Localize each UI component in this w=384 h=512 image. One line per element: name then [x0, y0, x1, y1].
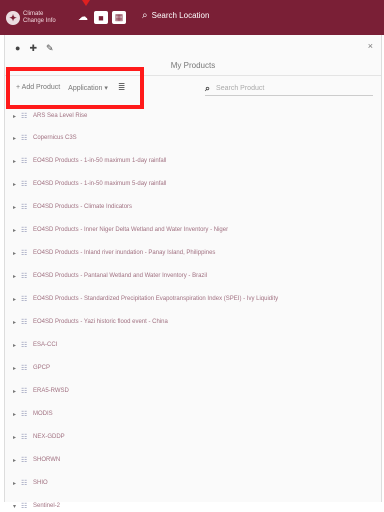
- tree-row[interactable]: ▸ ☷ EO4SD Products - 1-in-50 maximum 5-day…: [13, 178, 166, 190]
- tree-row-label: EO4SD Products - Standardized Precipitat…: [33, 296, 279, 302]
- caret-right-icon[interactable]: ▸: [13, 319, 21, 326]
- list-icon: ☷: [21, 296, 28, 303]
- panel-toolbar: ● ✚ ✎: [15, 43, 54, 54]
- edit-icon[interactable]: ✎: [46, 43, 54, 54]
- tree-row-label: ARS Sea Level Rise: [33, 113, 88, 119]
- caret-right-icon[interactable]: ▸: [13, 457, 21, 464]
- list-icon: ☷: [21, 434, 28, 441]
- tree-row-label: MODIS: [33, 411, 53, 417]
- list-icon: ☷: [21, 227, 28, 234]
- search-icon: ⌕: [142, 10, 148, 21]
- tree-row-label: SHIO: [33, 480, 48, 486]
- caret-right-icon[interactable]: ▸: [13, 365, 21, 372]
- caret-right-icon[interactable]: ▸: [13, 113, 21, 120]
- tree-row[interactable]: ▸ ☷ EO4SD Products - Pantanal Wetland and …: [13, 270, 207, 282]
- caret-right-icon[interactable]: ▸: [13, 250, 21, 257]
- cloud-icon[interactable]: ☁: [76, 11, 90, 24]
- list-icon: ☷: [21, 181, 28, 188]
- tree-row[interactable]: ▸ ☷ SHORWN: [13, 454, 60, 466]
- close-icon[interactable]: ×: [368, 41, 373, 51]
- product-search[interactable]: ⌕ Search Product: [205, 81, 373, 96]
- caret-right-icon[interactable]: ▸: [13, 227, 21, 234]
- tree-row[interactable]: ▸ ☷ MODIS: [13, 408, 53, 420]
- caret-right-icon[interactable]: ▸: [13, 296, 21, 303]
- logo-mark-icon: ✦: [6, 11, 20, 25]
- tree-row[interactable]: ▸ ☷ SHIO: [13, 477, 48, 489]
- caret-right-icon[interactable]: ▸: [13, 388, 21, 395]
- list-icon: ☷: [21, 365, 28, 372]
- tree-row[interactable]: ▸ ☷ ESA-CCI: [13, 339, 57, 351]
- caret-right-icon[interactable]: ▸: [13, 204, 21, 211]
- tree-row-label: Copernicus C3S: [33, 135, 77, 141]
- grid-icon[interactable]: ▦: [112, 11, 126, 24]
- tree-row-label: EO4SD Products - Inland river inundation…: [33, 250, 216, 256]
- product-search-placeholder: Search Product: [216, 84, 265, 92]
- tree-row-label: EO4SD Products - 1-in-50 maximum 5-day r…: [33, 181, 167, 187]
- caret-right-icon[interactable]: ▸: [13, 273, 21, 280]
- tree-row-label: NEX-GDDP: [33, 434, 65, 440]
- tree-row[interactable]: ▸ ☷ EO4SD Products - Inland river inundati…: [13, 247, 215, 259]
- list-icon: ☷: [21, 113, 28, 120]
- caret-right-icon[interactable]: ▸: [13, 411, 21, 418]
- tree-row[interactable]: ▸ ☷ EO4SD Products - Yazi historic flood e…: [13, 316, 168, 328]
- caret-right-icon[interactable]: ▸: [13, 434, 21, 441]
- tree-row[interactable]: ▸ ☷ Copernicus C3S: [13, 132, 77, 144]
- highlight-box: [6, 67, 144, 109]
- list-icon: ☷: [21, 457, 28, 464]
- location-search[interactable]: ⌕ Search Location: [142, 10, 209, 21]
- tree-row-label: GPCP: [33, 365, 51, 371]
- tree-row-label: EO4SD Products - Climate Indicators: [33, 204, 133, 210]
- tree-row[interactable]: ▸ ☷ ERA5-RWSD: [13, 385, 69, 397]
- caret-right-icon[interactable]: ▸: [13, 158, 21, 165]
- tree-row[interactable]: ▸ ☷ GPCP: [13, 362, 50, 374]
- tree-row[interactable]: ▸ ☷ EO4SD Products - Inner Niger Delta Wet…: [13, 224, 228, 236]
- caret-right-icon[interactable]: ▸: [13, 342, 21, 349]
- tree-row-label: EO4SD Products - Pantanal Wetland and Wa…: [33, 273, 208, 279]
- tree-row[interactable]: ▸ ☷ EO4SD Products - Climate Indicators: [13, 201, 132, 213]
- list-icon: ☷: [21, 503, 28, 510]
- list-icon: ☷: [21, 342, 28, 349]
- tree-row-label: ESA-CCI: [33, 342, 58, 348]
- app-logo[interactable]: ✦ Climate Change Info: [6, 6, 62, 30]
- list-icon: ☷: [21, 135, 28, 142]
- tree-row-label: SHORWN: [33, 457, 61, 463]
- list-icon: ☷: [21, 319, 28, 326]
- top-bar: ✦ Climate Change Info ☁ ■ ▦ ⌕ Search Loc…: [0, 0, 384, 35]
- list-icon: ☷: [21, 388, 28, 395]
- red-square-icon[interactable]: ■: [94, 11, 108, 24]
- tree-row-label: ERA5-RWSD: [33, 388, 69, 394]
- list-icon: ☷: [21, 204, 28, 211]
- tree-row[interactable]: ▸ ☷ ARS Sea Level Rise: [13, 110, 87, 122]
- tree-row-label: Sentinel-2: [33, 503, 61, 509]
- list-icon: ☷: [21, 250, 28, 257]
- list-icon: ☷: [21, 411, 28, 418]
- list-icon: ☷: [21, 273, 28, 280]
- list-icon: ☷: [21, 480, 28, 487]
- dot-icon[interactable]: ●: [15, 43, 20, 54]
- pin-icon[interactable]: ✚: [29, 43, 37, 54]
- caret-right-icon[interactable]: ▸: [13, 480, 21, 487]
- tree-row[interactable]: ▸ ☷ EO4SD Products - Standardized Precipit…: [13, 293, 278, 305]
- caret-right-icon[interactable]: ▸: [13, 135, 21, 142]
- caret-down-icon[interactable]: ▾: [13, 503, 21, 510]
- pointer-arrow-icon: [82, 0, 90, 6]
- tree-row-label: EO4SD Products - Inner Niger Delta Wetla…: [33, 227, 229, 233]
- logo-text: Climate Change Info: [23, 11, 56, 24]
- tree-row-label: EO4SD Products - Yazi historic flood eve…: [33, 319, 168, 325]
- tree-row-label: EO4SD Products - 1-in-50 maximum 1-day r…: [33, 158, 167, 164]
- location-search-label: Search Location: [151, 11, 210, 20]
- list-icon: ☷: [21, 158, 28, 165]
- tree-row[interactable]: ▸ ☷ EO4SD Products - 1-in-50 maximum 1-day…: [13, 155, 166, 167]
- search-icon: ⌕: [205, 82, 211, 93]
- caret-right-icon[interactable]: ▸: [13, 181, 21, 188]
- tree-row[interactable]: ▸ ☷ NEX-GDDP: [13, 431, 65, 443]
